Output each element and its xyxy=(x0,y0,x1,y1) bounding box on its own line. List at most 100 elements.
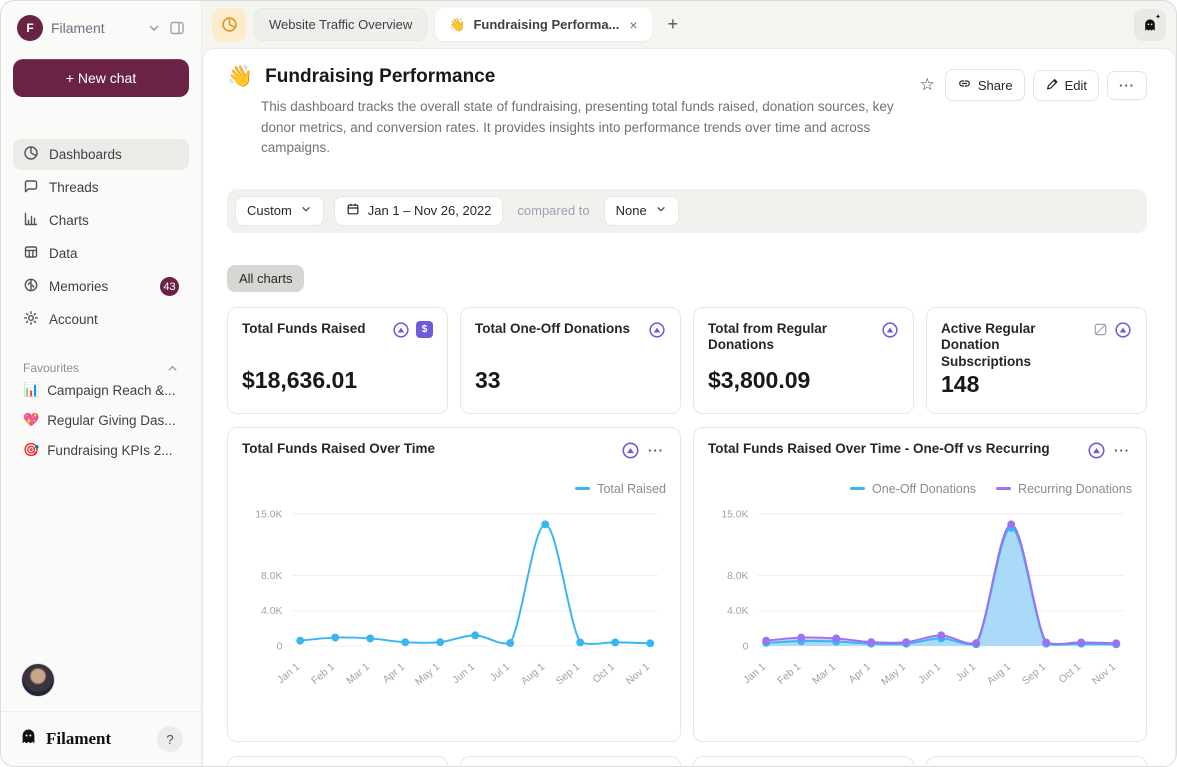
favourite-item[interactable]: 🎯 Fundraising KPIs 2... xyxy=(13,435,189,465)
chart-more-options-icon[interactable]: ··· xyxy=(1112,443,1132,458)
chart-more-options-icon[interactable]: ··· xyxy=(646,443,666,458)
ghost-logo-icon xyxy=(19,727,38,751)
more-options-icon[interactable]: ··· xyxy=(1107,71,1147,100)
kpi-row: Total Funds Raised $ $18,636.01 Total On… xyxy=(227,307,1147,414)
new-tab-button[interactable]: + xyxy=(660,14,687,35)
metric-circle-icon[interactable] xyxy=(1114,321,1132,339)
sidebar-item-memories[interactable]: Memories 43 xyxy=(13,271,189,302)
sidebar-item-label: Threads xyxy=(49,180,99,195)
bar-chart-icon xyxy=(23,211,39,230)
chart-legend: One-Off Donations Recurring Donations xyxy=(708,482,1132,496)
line-chart-svg[interactable]: 04.0K8.0K15.0KJan 1Feb 1Mar 1Apr 1May 1J… xyxy=(242,500,666,722)
svg-text:Apr 1: Apr 1 xyxy=(847,661,873,685)
svg-text:Mar 1: Mar 1 xyxy=(811,661,839,687)
user-avatar[interactable] xyxy=(21,663,55,697)
chart-title: Total Funds Raised Over Time xyxy=(242,441,613,458)
svg-text:Apr 1: Apr 1 xyxy=(381,661,407,685)
legend-item[interactable]: One-Off Donations xyxy=(850,482,976,496)
date-range-picker[interactable]: Jan 1 – Nov 26, 2022 xyxy=(334,196,504,226)
favourite-star-icon[interactable]: ☆ xyxy=(918,73,937,97)
svg-text:Oct 1: Oct 1 xyxy=(1057,661,1083,685)
sidebar-item-threads[interactable]: Threads xyxy=(13,172,189,203)
sidebar-nav: Dashboards Threads Charts Data Memories … xyxy=(13,139,189,335)
svg-text:8.0K: 8.0K xyxy=(261,570,282,581)
favourite-item[interactable]: 📊 Campaign Reach &... xyxy=(13,375,189,405)
legend-label: One-Off Donations xyxy=(872,482,976,496)
pencil-icon xyxy=(1045,77,1059,94)
tab-website-traffic-overview[interactable]: Website Traffic Overview xyxy=(254,8,427,41)
favourites-label: Favourites xyxy=(23,361,79,375)
kpi-card-total-regular-donations: Total from Regular Donations $3,800.09 xyxy=(693,307,914,414)
sidebar-item-charts[interactable]: Charts xyxy=(13,205,189,236)
sidebar-toggle-icon[interactable] xyxy=(169,20,185,36)
kpi-card-total-funds-raised: Total Funds Raised $ $18,636.01 xyxy=(227,307,448,414)
metric-circle-icon[interactable] xyxy=(881,321,899,339)
chevron-down-icon[interactable] xyxy=(147,21,161,35)
svg-text:Jun 1: Jun 1 xyxy=(451,661,478,686)
sidebar-item-dashboards[interactable]: Dashboards xyxy=(13,139,189,170)
sidebar-item-label: Memories xyxy=(49,279,108,294)
tab-label: Fundraising Performa... xyxy=(473,17,619,32)
legend-item[interactable]: Recurring Donations xyxy=(996,482,1132,496)
chart-card-total-funds-over-time: Total Funds Raised Over Time ··· Total R… xyxy=(227,427,681,742)
chart-legend: Total Raised xyxy=(242,482,666,496)
edit-button[interactable]: Edit xyxy=(1033,70,1099,101)
sidebar-item-data[interactable]: Data xyxy=(13,238,189,269)
favourite-item-label: Regular Giving Das... xyxy=(47,413,175,428)
page-description: This dashboard tracks the overall state … xyxy=(261,97,918,159)
sidebar-item-label: Data xyxy=(49,246,78,261)
new-chat-button[interactable]: + New chat xyxy=(13,59,189,97)
sidebar-item-account[interactable]: Account xyxy=(13,304,189,335)
favourite-item-label: Fundraising KPIs 2... xyxy=(47,443,172,458)
kpi-card-active-subscriptions: Active Regular Donation Subscriptions 14… xyxy=(926,307,1147,414)
chevron-up-icon[interactable] xyxy=(166,362,179,375)
svg-text:Jul 1: Jul 1 xyxy=(954,661,978,684)
link-icon xyxy=(957,76,972,94)
metric-circle-icon[interactable] xyxy=(1087,441,1106,460)
comparison-value: None xyxy=(616,203,647,218)
date-range-type-select[interactable]: Custom xyxy=(235,196,324,226)
sparkle-icon: ✦ xyxy=(1155,13,1161,21)
favourite-item[interactable]: 💖 Regular Giving Das... xyxy=(13,405,189,435)
kpi-value: 33 xyxy=(475,367,666,400)
assistant-ghost-button[interactable]: ✦ xyxy=(1134,9,1166,41)
tab-bar: Website Traffic Overview 👋 Fundraising P… xyxy=(202,1,1176,48)
legend-swatch xyxy=(996,487,1011,490)
metric-circle-icon[interactable] xyxy=(392,321,410,339)
metric-circle-icon[interactable] xyxy=(648,321,666,339)
area-chart-svg[interactable]: 04.0K8.0K15.0KJan 1Feb 1Mar 1Apr 1May 1J… xyxy=(708,500,1132,722)
sidebar-item-label: Account xyxy=(49,312,98,327)
svg-text:15.0K: 15.0K xyxy=(721,509,748,520)
heart-emoji-icon: 💖 xyxy=(23,412,39,428)
tab-fundraising-performance[interactable]: 👋 Fundraising Performa... × xyxy=(435,8,651,41)
legend-item[interactable]: Total Raised xyxy=(575,482,666,496)
chart-title: Total Funds Raised Over Time - One-Off v… xyxy=(708,441,1079,458)
home-dashboard-button[interactable] xyxy=(212,8,246,42)
gear-icon xyxy=(23,310,39,329)
chart-card-oneoff-vs-recurring: Total Funds Raised Over Time - One-Off v… xyxy=(693,427,1147,742)
date-range-value: Jan 1 – Nov 26, 2022 xyxy=(368,203,492,218)
kpi-card-donation-form-conversion: Donation Form Conversion xyxy=(460,756,681,766)
metric-circle-icon[interactable] xyxy=(621,441,640,460)
favourites-section: Favourites 📊 Campaign Reach &... 💖 Regul… xyxy=(13,361,189,465)
kpi-title: Total from Regular Donations xyxy=(708,321,873,355)
svg-text:Jul 1: Jul 1 xyxy=(488,661,512,684)
all-charts-chip[interactable]: All charts xyxy=(227,265,304,292)
workspace-switcher[interactable]: F Filament xyxy=(13,15,189,41)
svg-text:4.0K: 4.0K xyxy=(261,606,282,617)
workspace-avatar: F xyxy=(17,15,43,41)
help-button[interactable]: ? xyxy=(157,726,183,752)
close-tab-icon[interactable]: × xyxy=(627,17,637,33)
legend-swatch xyxy=(575,487,590,490)
kpi-card-total-one-off-donations: Total One-Off Donations 33 xyxy=(460,307,681,414)
compared-to-label: compared to xyxy=(513,203,593,218)
svg-text:Oct 1: Oct 1 xyxy=(591,661,617,685)
comparison-select[interactable]: None xyxy=(604,196,679,226)
share-button[interactable]: Share xyxy=(945,69,1025,101)
workspace-name: Filament xyxy=(51,20,105,36)
no-chart-icon[interactable] xyxy=(1093,322,1108,337)
wave-emoji-icon: 👋 xyxy=(449,17,465,33)
svg-text:4.0K: 4.0K xyxy=(727,606,748,617)
svg-text:Nov 1: Nov 1 xyxy=(1090,661,1118,687)
kpi-card-avg-donation-size: Avg Donation Size (All xyxy=(926,756,1147,766)
